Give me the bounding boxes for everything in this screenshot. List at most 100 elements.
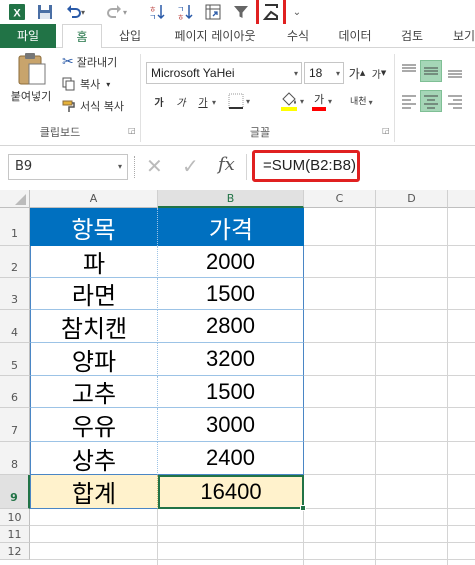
align-right-icon[interactable] (446, 92, 464, 110)
name-box-dropdown-icon[interactable]: ▾ (118, 162, 122, 171)
table-cell-item[interactable]: 우유 (30, 408, 158, 442)
name-box[interactable]: B9 (8, 154, 128, 180)
customize-qat-icon[interactable]: ⌄ (290, 1, 304, 23)
borders-button[interactable]: ▾ (228, 92, 258, 110)
column-header-a[interactable]: A (30, 190, 158, 208)
font-launcher-icon[interactable]: ◲ (382, 126, 390, 135)
copy-button[interactable]: 복사 ▾ (62, 76, 110, 92)
tab-formulas[interactable]: 수식 (278, 24, 318, 48)
column-header-e[interactable] (448, 190, 475, 208)
redo-button[interactable]: ▾ (104, 1, 130, 23)
row-header[interactable]: 6 (0, 376, 30, 408)
worksheet-grid[interactable]: A B C D 1 2 3 4 5 6 7 8 9 10 11 12 항목 가격… (0, 190, 475, 565)
table-cell-price[interactable]: 2400 (158, 442, 304, 475)
format-painter-button[interactable]: 서식 복사 (62, 98, 124, 114)
table-header-item[interactable]: 항목 (30, 208, 158, 246)
table-cell-price[interactable]: 2800 (158, 310, 304, 343)
grow-font-button[interactable]: 가 ▲ (348, 64, 366, 82)
undo-dropdown-arrow[interactable]: ▾ (81, 8, 85, 17)
sigma-icon (262, 4, 278, 20)
font-color-button[interactable]: 가 ▾ (312, 90, 342, 112)
row-header-selected[interactable]: 9 (0, 475, 30, 509)
table-cell-item[interactable]: 상추 (30, 442, 158, 475)
align-bottom-icon[interactable] (446, 62, 464, 80)
table-cell-price[interactable]: 1500 (158, 278, 304, 310)
tab-file[interactable]: 파일 (0, 24, 56, 48)
fill-color-button[interactable]: ▾ (280, 90, 310, 112)
align-center-icon[interactable] (420, 90, 442, 112)
font-size-dropdown-icon[interactable]: ▾ (336, 69, 340, 78)
align-left-icon[interactable] (400, 92, 418, 110)
font-name-box[interactable]: Microsoft YaHei ▾ (146, 62, 302, 84)
shrink-font-button[interactable]: 가 ▼ (370, 64, 388, 82)
row-header[interactable]: 5 (0, 343, 30, 376)
paste-button[interactable]: 붙여넣기 (6, 52, 56, 118)
row-header[interactable]: 11 (0, 526, 30, 543)
column-header-b[interactable]: B (158, 190, 304, 208)
paste-label: 붙여넣기 (10, 90, 52, 103)
row-header[interactable]: 1 (0, 208, 30, 246)
undo-button[interactable]: ▾ (62, 1, 88, 23)
formula-bar: B9 ▾ ✕ ✓ fx =SUM(B2:B8) (0, 146, 475, 188)
font-name-dropdown-icon[interactable]: ▾ (294, 69, 298, 78)
cut-button[interactable]: ✂ 잘라내기 (62, 54, 117, 70)
save-icon[interactable] (34, 1, 56, 23)
formula-input[interactable]: =SUM(B2:B8) (252, 150, 360, 182)
tab-home[interactable]: 홈 (62, 24, 102, 49)
table-cell-item[interactable]: 파 (30, 246, 158, 278)
autosum-button[interactable] (256, 0, 286, 27)
gridline (304, 441, 475, 442)
fill-handle[interactable] (300, 505, 306, 511)
clipboard-launcher-icon[interactable]: ◲ (128, 126, 136, 135)
table-cell-item[interactable]: 양파 (30, 343, 158, 376)
table-cell-price[interactable]: 2000 (158, 246, 304, 278)
tab-view[interactable]: 보기 (444, 24, 475, 48)
selected-cell-total[interactable]: 16400 (158, 475, 304, 509)
select-all-corner[interactable] (0, 190, 30, 208)
brush-icon (62, 100, 75, 112)
table-cell-item[interactable]: 고추 (30, 376, 158, 408)
row-header[interactable]: 2 (0, 246, 30, 278)
format-painter-label: 서식 복사 (80, 100, 124, 113)
column-header-d[interactable]: D (376, 190, 448, 208)
align-middle-icon[interactable] (420, 60, 442, 82)
row-header[interactable]: 4 (0, 310, 30, 343)
svg-text:X: X (13, 8, 21, 20)
column-header-c[interactable]: C (304, 190, 376, 208)
align-top-icon[interactable] (400, 62, 418, 80)
ribbon-tabs: 파일 홈 삽입 페이지 레이아웃 수식 데이터 검토 보기 (0, 24, 475, 49)
filter-icon[interactable] (230, 1, 252, 23)
underline-dropdown-icon[interactable]: ▾ (212, 98, 216, 107)
tab-insert[interactable]: 삽입 (108, 24, 152, 48)
gridline (304, 309, 475, 310)
row-header[interactable]: 10 (0, 509, 30, 526)
pivot-table-icon[interactable] (202, 1, 224, 23)
row-header[interactable]: 7 (0, 408, 30, 442)
table-cell-price[interactable]: 3200 (158, 343, 304, 376)
redo-dropdown-arrow[interactable]: ▾ (123, 8, 127, 17)
row-header[interactable]: 12 (0, 543, 30, 560)
row-header[interactable]: 3 (0, 278, 30, 310)
bold-button[interactable]: 가 (150, 92, 168, 110)
cancel-icon[interactable]: ✕ (146, 154, 163, 178)
row-header[interactable]: 8 (0, 442, 30, 475)
sort-descending-icon[interactable]: ㄱㅎ (174, 1, 196, 23)
table-cell-price[interactable]: 1500 (158, 376, 304, 408)
sort-ascending-icon[interactable]: ㅎㄱ (146, 1, 168, 23)
insert-function-icon[interactable]: fx (218, 154, 235, 175)
enter-icon[interactable]: ✓ (182, 154, 199, 178)
underline-button[interactable]: 가 (194, 92, 212, 110)
table-header-price[interactable]: 가격 (158, 208, 304, 246)
table-cell-item[interactable]: 참치캔 (30, 310, 158, 343)
customize-qat-arrow: ⌄ (292, 6, 302, 18)
total-label-cell[interactable]: 합계 (30, 475, 158, 509)
tab-data[interactable]: 데이터 (330, 24, 380, 48)
tab-page-layout[interactable]: 페이지 레이아웃 (160, 24, 270, 48)
phonetic-guide-button[interactable]: 내천 ▾ (350, 92, 386, 112)
tab-review[interactable]: 검토 (392, 24, 432, 48)
italic-button[interactable]: 가 (172, 92, 190, 110)
copy-dropdown-arrow[interactable]: ▾ (106, 80, 110, 89)
font-size-box[interactable]: 18 ▾ (304, 62, 344, 84)
table-cell-item[interactable]: 라면 (30, 278, 158, 310)
table-cell-price[interactable]: 3000 (158, 408, 304, 442)
